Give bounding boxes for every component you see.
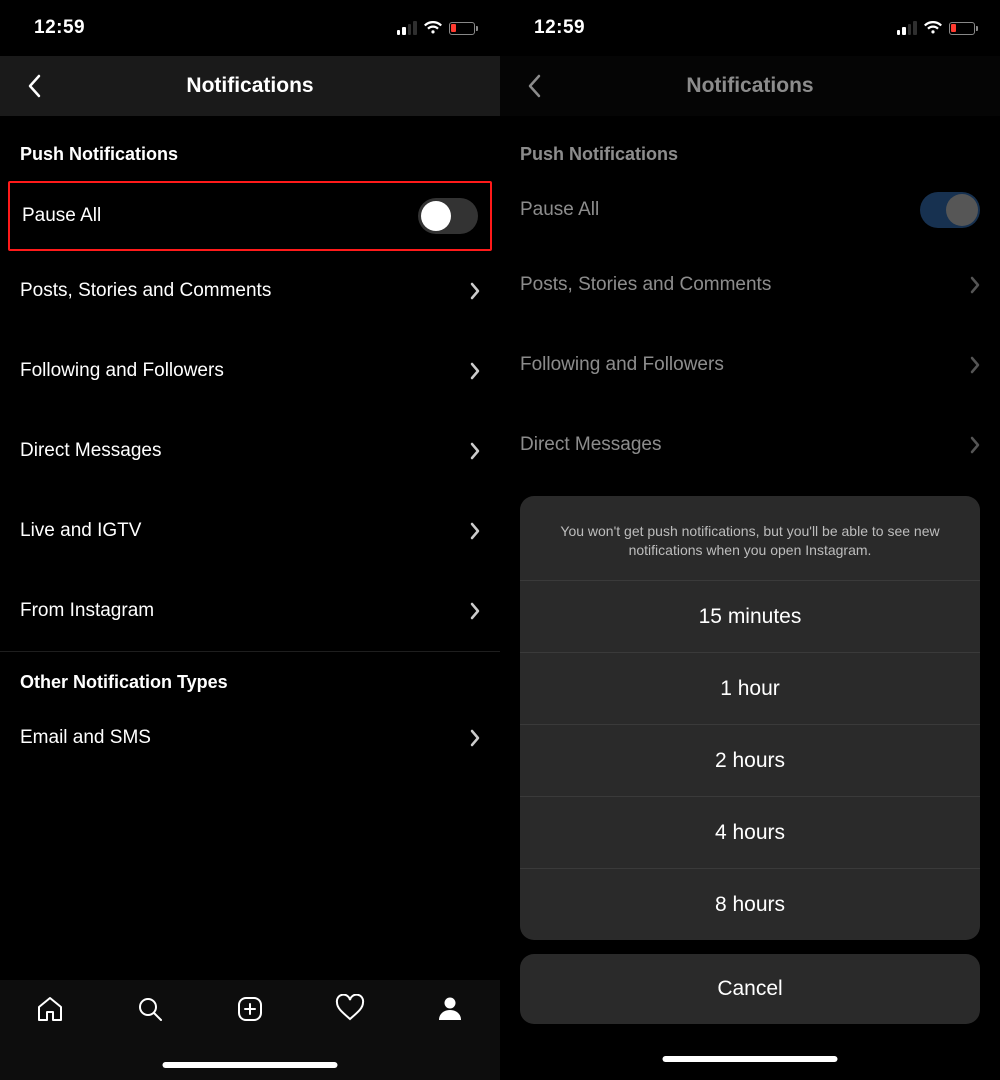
tab-create[interactable] <box>220 994 280 1024</box>
row-pause-all-label: Pause All <box>22 205 101 227</box>
back-button[interactable] <box>20 72 48 100</box>
row-posts[interactable]: Posts, Stories and Comments <box>0 251 500 331</box>
pause-all-toggle <box>920 192 980 228</box>
section-push-title: Push Notifications <box>0 116 500 175</box>
row-posts-label: Posts, Stories and Comments <box>520 274 771 296</box>
nav-header: Notifications <box>500 56 1000 116</box>
chevron-right-icon <box>470 442 480 460</box>
status-time: 12:59 <box>534 17 585 39</box>
chevron-right-icon <box>970 436 980 454</box>
row-following-label: Following and Followers <box>20 360 224 382</box>
chevron-right-icon <box>470 362 480 380</box>
pause-all-toggle[interactable] <box>418 198 478 234</box>
row-pause-all-label: Pause All <box>520 199 599 221</box>
sheet-option-15min[interactable]: 15 minutes <box>520 580 980 652</box>
chevron-right-icon <box>470 602 480 620</box>
section-push-title: Push Notifications <box>500 116 1000 175</box>
status-icons <box>897 21 979 35</box>
row-posts: Posts, Stories and Comments <box>500 245 1000 325</box>
screenshot-left: 12:59 Notifications Push Notifications <box>0 0 500 1080</box>
row-email-sms-label: Email and SMS <box>20 727 151 749</box>
row-following[interactable]: Following and Followers <box>0 331 500 411</box>
pause-duration-sheet: You won't get push notifications, but yo… <box>520 496 980 1024</box>
row-from-ig[interactable]: From Instagram <box>0 571 500 651</box>
status-bar: 12:59 <box>0 0 500 56</box>
sheet-option-4hr[interactable]: 4 hours <box>520 796 980 868</box>
row-pause-all: Pause All <box>500 175 1000 245</box>
page-title: Notifications <box>686 74 813 97</box>
cellular-icon <box>397 21 417 35</box>
home-indicator[interactable] <box>163 1062 338 1068</box>
page-title: Notifications <box>186 74 313 97</box>
status-icons <box>397 21 479 35</box>
status-time: 12:59 <box>34 17 85 39</box>
section-other-title: Other Notification Types <box>0 652 500 703</box>
dimmed-content: Push Notifications Pause All Posts, Stor… <box>500 116 1000 485</box>
row-pause-all[interactable]: Pause All <box>10 183 490 249</box>
row-from-ig-label: From Instagram <box>20 600 154 622</box>
tab-activity[interactable] <box>320 994 380 1022</box>
row-following: Following and Followers <box>500 325 1000 405</box>
chevron-right-icon <box>470 729 480 747</box>
chevron-right-icon <box>970 276 980 294</box>
chevron-right-icon <box>470 282 480 300</box>
row-email-sms[interactable]: Email and SMS <box>0 703 500 773</box>
sheet-group: You won't get push notifications, but yo… <box>520 496 980 940</box>
wifi-icon <box>423 21 443 35</box>
cellular-icon <box>897 21 917 35</box>
row-dm[interactable]: Direct Messages <box>0 411 500 491</box>
battery-icon <box>449 22 479 35</box>
tab-bar <box>0 980 500 1080</box>
row-live-label: Live and IGTV <box>20 520 141 542</box>
tab-profile[interactable] <box>420 994 480 1022</box>
tab-home[interactable] <box>20 994 80 1024</box>
row-live[interactable]: Live and IGTV <box>0 491 500 571</box>
row-dm: Direct Messages <box>500 405 1000 485</box>
tab-search[interactable] <box>120 994 180 1024</box>
row-dm-label: Direct Messages <box>20 440 162 462</box>
back-button <box>520 72 548 100</box>
screenshot-right: 12:59 Notifications P <box>500 0 1000 1080</box>
battery-icon <box>949 22 979 35</box>
sheet-cancel-button[interactable]: Cancel <box>520 954 980 1024</box>
row-dm-label: Direct Messages <box>520 434 662 456</box>
sheet-option-1hr[interactable]: 1 hour <box>520 652 980 724</box>
chevron-right-icon <box>470 522 480 540</box>
row-following-label: Following and Followers <box>520 354 724 376</box>
sheet-option-2hr[interactable]: 2 hours <box>520 724 980 796</box>
status-bar: 12:59 <box>500 0 1000 56</box>
sheet-option-8hr[interactable]: 8 hours <box>520 868 980 940</box>
home-indicator[interactable] <box>663 1056 838 1062</box>
nav-header: Notifications <box>0 56 500 116</box>
wifi-icon <box>923 21 943 35</box>
row-posts-label: Posts, Stories and Comments <box>20 280 271 302</box>
chevron-right-icon <box>970 356 980 374</box>
pause-all-highlight: Pause All <box>8 181 492 251</box>
sheet-message: You won't get push notifications, but yo… <box>520 496 980 580</box>
